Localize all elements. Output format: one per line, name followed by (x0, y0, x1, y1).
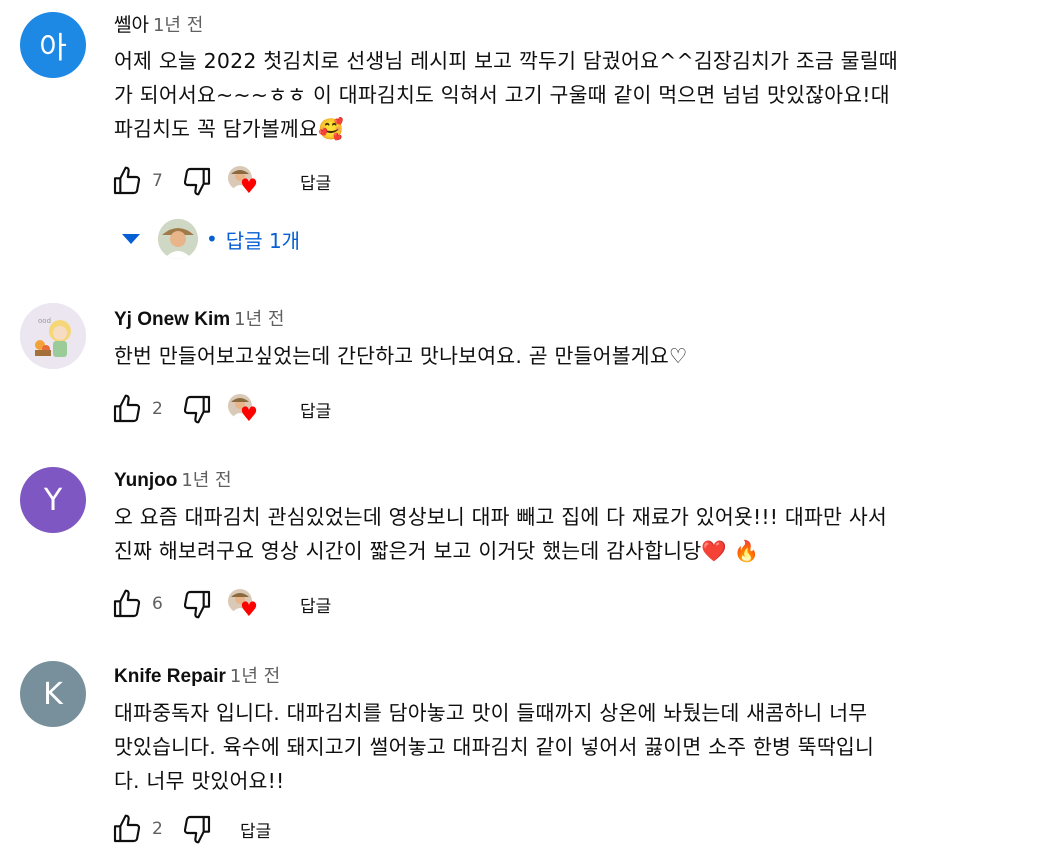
view-replies-button[interactable]: • 답글 1개 (122, 219, 300, 259)
like-button[interactable] (110, 812, 144, 846)
thumb-down-icon (183, 167, 211, 196)
timestamp[interactable]: 1년 전 (181, 470, 231, 491)
avatar[interactable]: K (20, 661, 86, 727)
timestamp[interactable]: 1년 전 (230, 666, 280, 687)
creator-heart-badge: ♥ (228, 166, 258, 196)
thumb-down-icon (183, 395, 211, 424)
timestamp[interactable]: 1년 전 (234, 309, 284, 330)
heart-icon: ♥ (240, 174, 258, 198)
heart-icon: ♥ (240, 402, 258, 426)
author-name[interactable]: Yunjoo (114, 470, 177, 491)
avatar[interactable]: 아 (20, 12, 86, 78)
like-button[interactable] (110, 164, 144, 198)
comment-text: 한번 만들어보고싶었는데 간단하고 맛나보여요. 곧 만들어볼게요♡ (114, 344, 688, 368)
author-name[interactable]: 쎌아 (114, 15, 149, 36)
comment-actions: 2 ♥ 답글 (110, 391, 331, 427)
dislike-button[interactable] (180, 587, 214, 621)
dislike-button[interactable] (180, 164, 214, 198)
thumb-up-icon (113, 814, 141, 843)
comment-header: Yunjoo 1년 전 (114, 466, 232, 492)
thumb-up-icon (113, 394, 141, 423)
comment-text: 오 요즘 대파김치 관심있었는데 영상보니 대파 빼고 집에 다 재료가 있어욧… (114, 505, 887, 563)
svg-text:ood: ood (38, 317, 51, 325)
heart-icon: ♥ (240, 597, 258, 621)
like-button[interactable] (110, 392, 144, 426)
thumb-up-icon (113, 166, 141, 195)
author-name[interactable]: Knife Repair (114, 666, 226, 687)
comment-text: 어제 오늘 2022 첫김치로 선생님 레시피 보고 깍두기 담궜어요^^김장김… (114, 49, 898, 141)
comment-header: 쎌아 1년 전 (114, 10, 203, 37)
like-count: 7 (152, 171, 163, 191)
caret-down-icon (122, 234, 140, 244)
author-name[interactable]: Yj Onew Kim (114, 309, 230, 330)
avatar[interactable]: Y (20, 467, 86, 533)
creator-heart-badge: ♥ (228, 394, 258, 424)
like-count: 6 (152, 594, 163, 614)
like-button[interactable] (110, 587, 144, 621)
separator-dot: • (206, 227, 218, 251)
comment-header: Yj Onew Kim 1년 전 (114, 305, 284, 331)
like-count: 2 (152, 819, 163, 839)
reply-button[interactable]: 답글 (300, 169, 331, 194)
comment-actions: 7 ♥ 답글 (110, 163, 331, 199)
thumb-up-icon (113, 589, 141, 618)
dislike-button[interactable] (180, 392, 214, 426)
comment-actions: 6 ♥ 답글 (110, 586, 331, 622)
comment-text: 대파중독자 입니다. 대파김치를 담아놓고 맛이 들때까지 상온에 놔뒀는데 새… (114, 701, 875, 793)
timestamp[interactable]: 1년 전 (153, 15, 203, 36)
comment-header: Knife Repair 1년 전 (114, 662, 280, 688)
reply-author-avatar (158, 219, 198, 259)
reply-button[interactable]: 답글 (300, 592, 331, 617)
comment-actions: 2 답글 (110, 811, 271, 847)
creator-heart-badge: ♥ (228, 589, 258, 619)
avatar[interactable]: ood (20, 303, 86, 369)
thumb-down-icon (183, 815, 211, 844)
dislike-button[interactable] (180, 812, 214, 846)
replies-count-label[interactable]: 답글 1개 (226, 225, 300, 254)
reply-button[interactable]: 답글 (240, 817, 271, 842)
like-count: 2 (152, 399, 163, 419)
reply-button[interactable]: 답글 (300, 397, 331, 422)
thumb-down-icon (183, 590, 211, 619)
